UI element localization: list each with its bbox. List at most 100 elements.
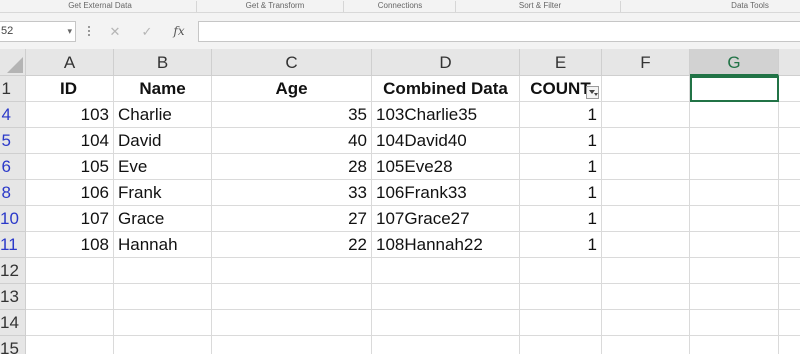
cell[interactable] bbox=[779, 180, 800, 206]
column-header-next[interactable] bbox=[779, 49, 800, 76]
cell[interactable] bbox=[520, 258, 602, 284]
cell[interactable] bbox=[779, 154, 800, 180]
cell-count[interactable]: 1 bbox=[520, 180, 602, 206]
cell-name[interactable]: Frank bbox=[114, 180, 212, 206]
cell[interactable] bbox=[520, 336, 602, 354]
enter-icon[interactable]: ✓ bbox=[135, 21, 159, 42]
cell-age[interactable]: 27 bbox=[212, 206, 372, 232]
formula-bar-resize-handle[interactable] bbox=[88, 26, 91, 38]
cell[interactable] bbox=[212, 258, 372, 284]
cell-name[interactable]: Hannah bbox=[114, 232, 212, 258]
cell-age[interactable]: 40 bbox=[212, 128, 372, 154]
cell[interactable] bbox=[520, 284, 602, 310]
cell-age[interactable]: 33 bbox=[212, 180, 372, 206]
row-header[interactable]: 15 bbox=[0, 336, 26, 354]
column-header-a[interactable]: A bbox=[26, 49, 114, 76]
row-header[interactable]: 4 bbox=[0, 102, 26, 128]
cell-name[interactable]: Grace bbox=[114, 206, 212, 232]
cell[interactable] bbox=[779, 232, 800, 258]
cell-combined[interactable]: 103Charlie35 bbox=[372, 102, 520, 128]
cell[interactable] bbox=[372, 336, 520, 354]
cell[interactable] bbox=[602, 154, 690, 180]
cell[interactable] bbox=[690, 336, 779, 354]
cell-combined[interactable]: 106Frank33 bbox=[372, 180, 520, 206]
select-all-button[interactable] bbox=[0, 49, 26, 76]
insert-function-icon[interactable]: fx bbox=[167, 21, 191, 42]
cell[interactable] bbox=[114, 258, 212, 284]
cell[interactable] bbox=[520, 310, 602, 336]
row-header[interactable]: 12 bbox=[0, 258, 26, 284]
cell[interactable] bbox=[690, 102, 779, 128]
cell[interactable] bbox=[602, 336, 690, 354]
header-cell-combined-data[interactable]: Combined Data bbox=[372, 76, 520, 102]
cell-count[interactable]: 1 bbox=[520, 154, 602, 180]
cell-age[interactable]: 28 bbox=[212, 154, 372, 180]
cell[interactable] bbox=[779, 310, 800, 336]
row-header[interactable]: 10 bbox=[0, 206, 26, 232]
cell[interactable] bbox=[212, 284, 372, 310]
row-header[interactable]: 14 bbox=[0, 310, 26, 336]
cell[interactable] bbox=[690, 154, 779, 180]
cell[interactable] bbox=[690, 206, 779, 232]
cell[interactable] bbox=[114, 284, 212, 310]
cell[interactable] bbox=[26, 284, 114, 310]
cell[interactable] bbox=[372, 258, 520, 284]
cell[interactable] bbox=[602, 284, 690, 310]
cell[interactable] bbox=[690, 180, 779, 206]
header-cell-age[interactable]: Age bbox=[212, 76, 372, 102]
cell[interactable] bbox=[602, 102, 690, 128]
row-header[interactable]: 11 bbox=[0, 232, 26, 258]
chevron-down-icon[interactable]: ▾ bbox=[67, 22, 72, 41]
cell[interactable] bbox=[690, 258, 779, 284]
cell[interactable] bbox=[602, 180, 690, 206]
header-cell-name[interactable]: Name bbox=[114, 76, 212, 102]
filter-dropdown-icon[interactable] bbox=[586, 86, 599, 99]
column-header-d[interactable]: D bbox=[372, 49, 520, 76]
cell-combined[interactable]: 107Grace27 bbox=[372, 206, 520, 232]
cell[interactable] bbox=[602, 232, 690, 258]
cell[interactable] bbox=[779, 336, 800, 354]
active-cell[interactable] bbox=[690, 76, 779, 102]
column-header-f[interactable]: F bbox=[602, 49, 690, 76]
row-header[interactable]: 13 bbox=[0, 284, 26, 310]
cell-id[interactable]: 105 bbox=[26, 154, 114, 180]
cell[interactable] bbox=[212, 310, 372, 336]
row-header[interactable]: 8 bbox=[0, 180, 26, 206]
cell-combined[interactable]: 108Hannah22 bbox=[372, 232, 520, 258]
formula-input[interactable] bbox=[198, 21, 800, 42]
header-cell-id[interactable]: ID bbox=[26, 76, 114, 102]
cell[interactable] bbox=[602, 310, 690, 336]
cell[interactable] bbox=[602, 206, 690, 232]
cell-age[interactable]: 35 bbox=[212, 102, 372, 128]
row-header[interactable]: 5 bbox=[0, 128, 26, 154]
column-header-c[interactable]: C bbox=[212, 49, 372, 76]
cell[interactable] bbox=[779, 258, 800, 284]
cell-id[interactable]: 103 bbox=[26, 102, 114, 128]
cell-count[interactable]: 1 bbox=[520, 128, 602, 154]
cell[interactable] bbox=[372, 284, 520, 310]
cell[interactable] bbox=[690, 284, 779, 310]
cell[interactable] bbox=[114, 310, 212, 336]
cell[interactable] bbox=[26, 258, 114, 284]
cell[interactable] bbox=[602, 76, 690, 102]
cell[interactable] bbox=[779, 76, 800, 102]
cell-id[interactable]: 108 bbox=[26, 232, 114, 258]
cell[interactable] bbox=[779, 284, 800, 310]
cell-count[interactable]: 1 bbox=[520, 102, 602, 128]
row-header[interactable]: 6 bbox=[0, 154, 26, 180]
cell-count[interactable]: 1 bbox=[520, 206, 602, 232]
cell-count[interactable]: 1 bbox=[520, 232, 602, 258]
cell[interactable] bbox=[372, 310, 520, 336]
cell-combined[interactable]: 104David40 bbox=[372, 128, 520, 154]
name-box[interactable]: 52 ▾ bbox=[0, 21, 76, 42]
cell[interactable] bbox=[26, 310, 114, 336]
cell-name[interactable]: Eve bbox=[114, 154, 212, 180]
cell[interactable] bbox=[602, 128, 690, 154]
row-header[interactable]: 1 bbox=[0, 76, 26, 102]
cell[interactable] bbox=[26, 336, 114, 354]
cell-id[interactable]: 104 bbox=[26, 128, 114, 154]
column-header-e[interactable]: E bbox=[520, 49, 602, 76]
cell[interactable] bbox=[602, 258, 690, 284]
cell-id[interactable]: 107 bbox=[26, 206, 114, 232]
cell-name[interactable]: Charlie bbox=[114, 102, 212, 128]
